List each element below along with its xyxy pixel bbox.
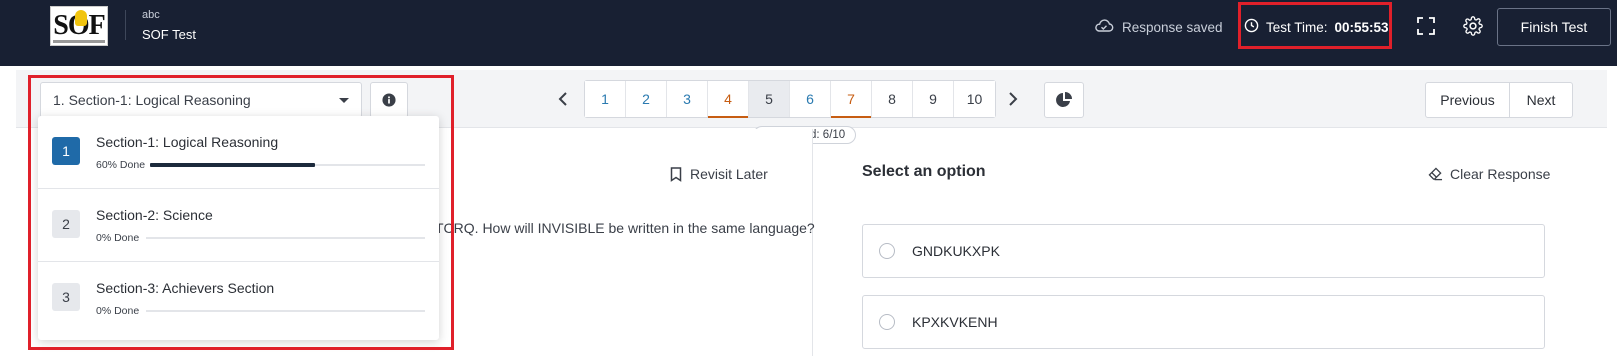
section-dropdown-value: 1. Section-1: Logical Reasoning: [53, 92, 251, 108]
test-title: SOF Test: [142, 27, 196, 42]
cloud-check-icon: [1094, 18, 1114, 37]
answer-option-text: KPXKVKENH: [912, 314, 998, 330]
question-number-6[interactable]: 6: [790, 81, 831, 117]
question-number-nav: 1 2 3 4 5 6 7 8 9 10: [584, 80, 996, 118]
revisit-later-label: Revisit Later: [690, 166, 768, 182]
section-info-button[interactable]: [370, 82, 408, 118]
next-questions-arrow[interactable]: [1004, 90, 1022, 108]
fullscreen-icon: [1417, 17, 1435, 35]
section-progress-label: 60% Done: [96, 159, 146, 171]
section-dropdown-menu: 1 Section-1: Logical Reasoning 60% Done 2 Se…: [38, 116, 439, 340]
revisit-later-button[interactable]: Revisit Later: [670, 166, 768, 182]
section-progress-bar: [150, 163, 425, 167]
section-menu-item-2[interactable]: 2 Section-2: Science 0% Done: [38, 189, 439, 262]
header-divider: [125, 10, 126, 40]
question-number-3[interactable]: 3: [667, 81, 708, 117]
response-saved-label: Response saved: [1122, 20, 1223, 35]
section-dropdown[interactable]: 1. Section-1: Logical Reasoning: [40, 82, 362, 118]
previous-button[interactable]: Previous: [1426, 83, 1510, 117]
answer-option-2[interactable]: KPXKVKENH: [862, 295, 1545, 349]
section-progress-label: 0% Done: [96, 305, 140, 317]
chevron-right-icon: [1009, 92, 1018, 106]
section-number-badge: 1: [52, 137, 80, 165]
question-number-9[interactable]: 9: [913, 81, 954, 117]
response-saved-status: Response saved: [1094, 18, 1223, 37]
section-progress-bar: [146, 237, 425, 239]
bookmark-icon: [670, 166, 682, 182]
summary-chart-button[interactable]: [1044, 82, 1084, 118]
section-progress-fill: [150, 163, 315, 167]
select-option-heading: Select an option: [862, 163, 986, 180]
question-text: TCRQ. How will INVISIBLE be written in t…: [435, 220, 815, 236]
section-progress-label: 0% Done: [96, 232, 140, 244]
section-title: Section-3: Achievers Section: [96, 280, 275, 296]
bulb-icon: [75, 10, 87, 26]
radio-button[interactable]: [879, 314, 895, 330]
radio-button[interactable]: [879, 243, 895, 259]
clear-response-button[interactable]: Clear Response: [1428, 166, 1550, 182]
gear-icon: [1463, 16, 1483, 36]
section-progress-bar: [146, 310, 425, 312]
chevron-left-icon: [558, 92, 567, 106]
pie-chart-icon: [1056, 92, 1072, 107]
section-menu-item-1[interactable]: 1 Section-1: Logical Reasoning 60% Done: [38, 116, 439, 189]
fullscreen-button[interactable]: [1415, 15, 1437, 37]
answer-option-1[interactable]: GNDKUKXPK: [862, 224, 1545, 278]
prev-next-group: Previous Next: [1425, 82, 1573, 118]
finish-test-button[interactable]: Finish Test: [1497, 8, 1611, 46]
prev-questions-arrow[interactable]: [554, 90, 572, 108]
eraser-icon: [1428, 167, 1443, 181]
question-number-2[interactable]: 2: [626, 81, 667, 117]
section-number-badge: 3: [52, 283, 80, 311]
question-number-10[interactable]: 10: [954, 81, 995, 117]
next-button[interactable]: Next: [1510, 83, 1572, 117]
answer-option-text: GNDKUKXPK: [912, 243, 1000, 259]
clear-response-label: Clear Response: [1450, 166, 1551, 182]
section-title: Section-2: Science: [96, 207, 213, 223]
question-number-8[interactable]: 8: [872, 81, 913, 117]
question-number-5[interactable]: 5: [749, 81, 790, 117]
info-icon: [382, 93, 396, 107]
question-number-4[interactable]: 4: [708, 81, 749, 118]
question-number-7[interactable]: 7: [831, 81, 872, 118]
section-menu-item-3[interactable]: 3 Section-3: Achievers Section 0% Done: [38, 262, 439, 335]
section-number-badge: 2: [52, 210, 80, 238]
organization-name: abc: [142, 9, 160, 21]
settings-button[interactable]: [1462, 15, 1484, 37]
caret-down-icon: [339, 98, 349, 103]
section-title: Section-1: Logical Reasoning: [96, 134, 279, 150]
sof-logo: SOF: [50, 6, 108, 46]
question-number-1[interactable]: 1: [585, 81, 626, 117]
timer-highlight-box: [1238, 2, 1392, 49]
